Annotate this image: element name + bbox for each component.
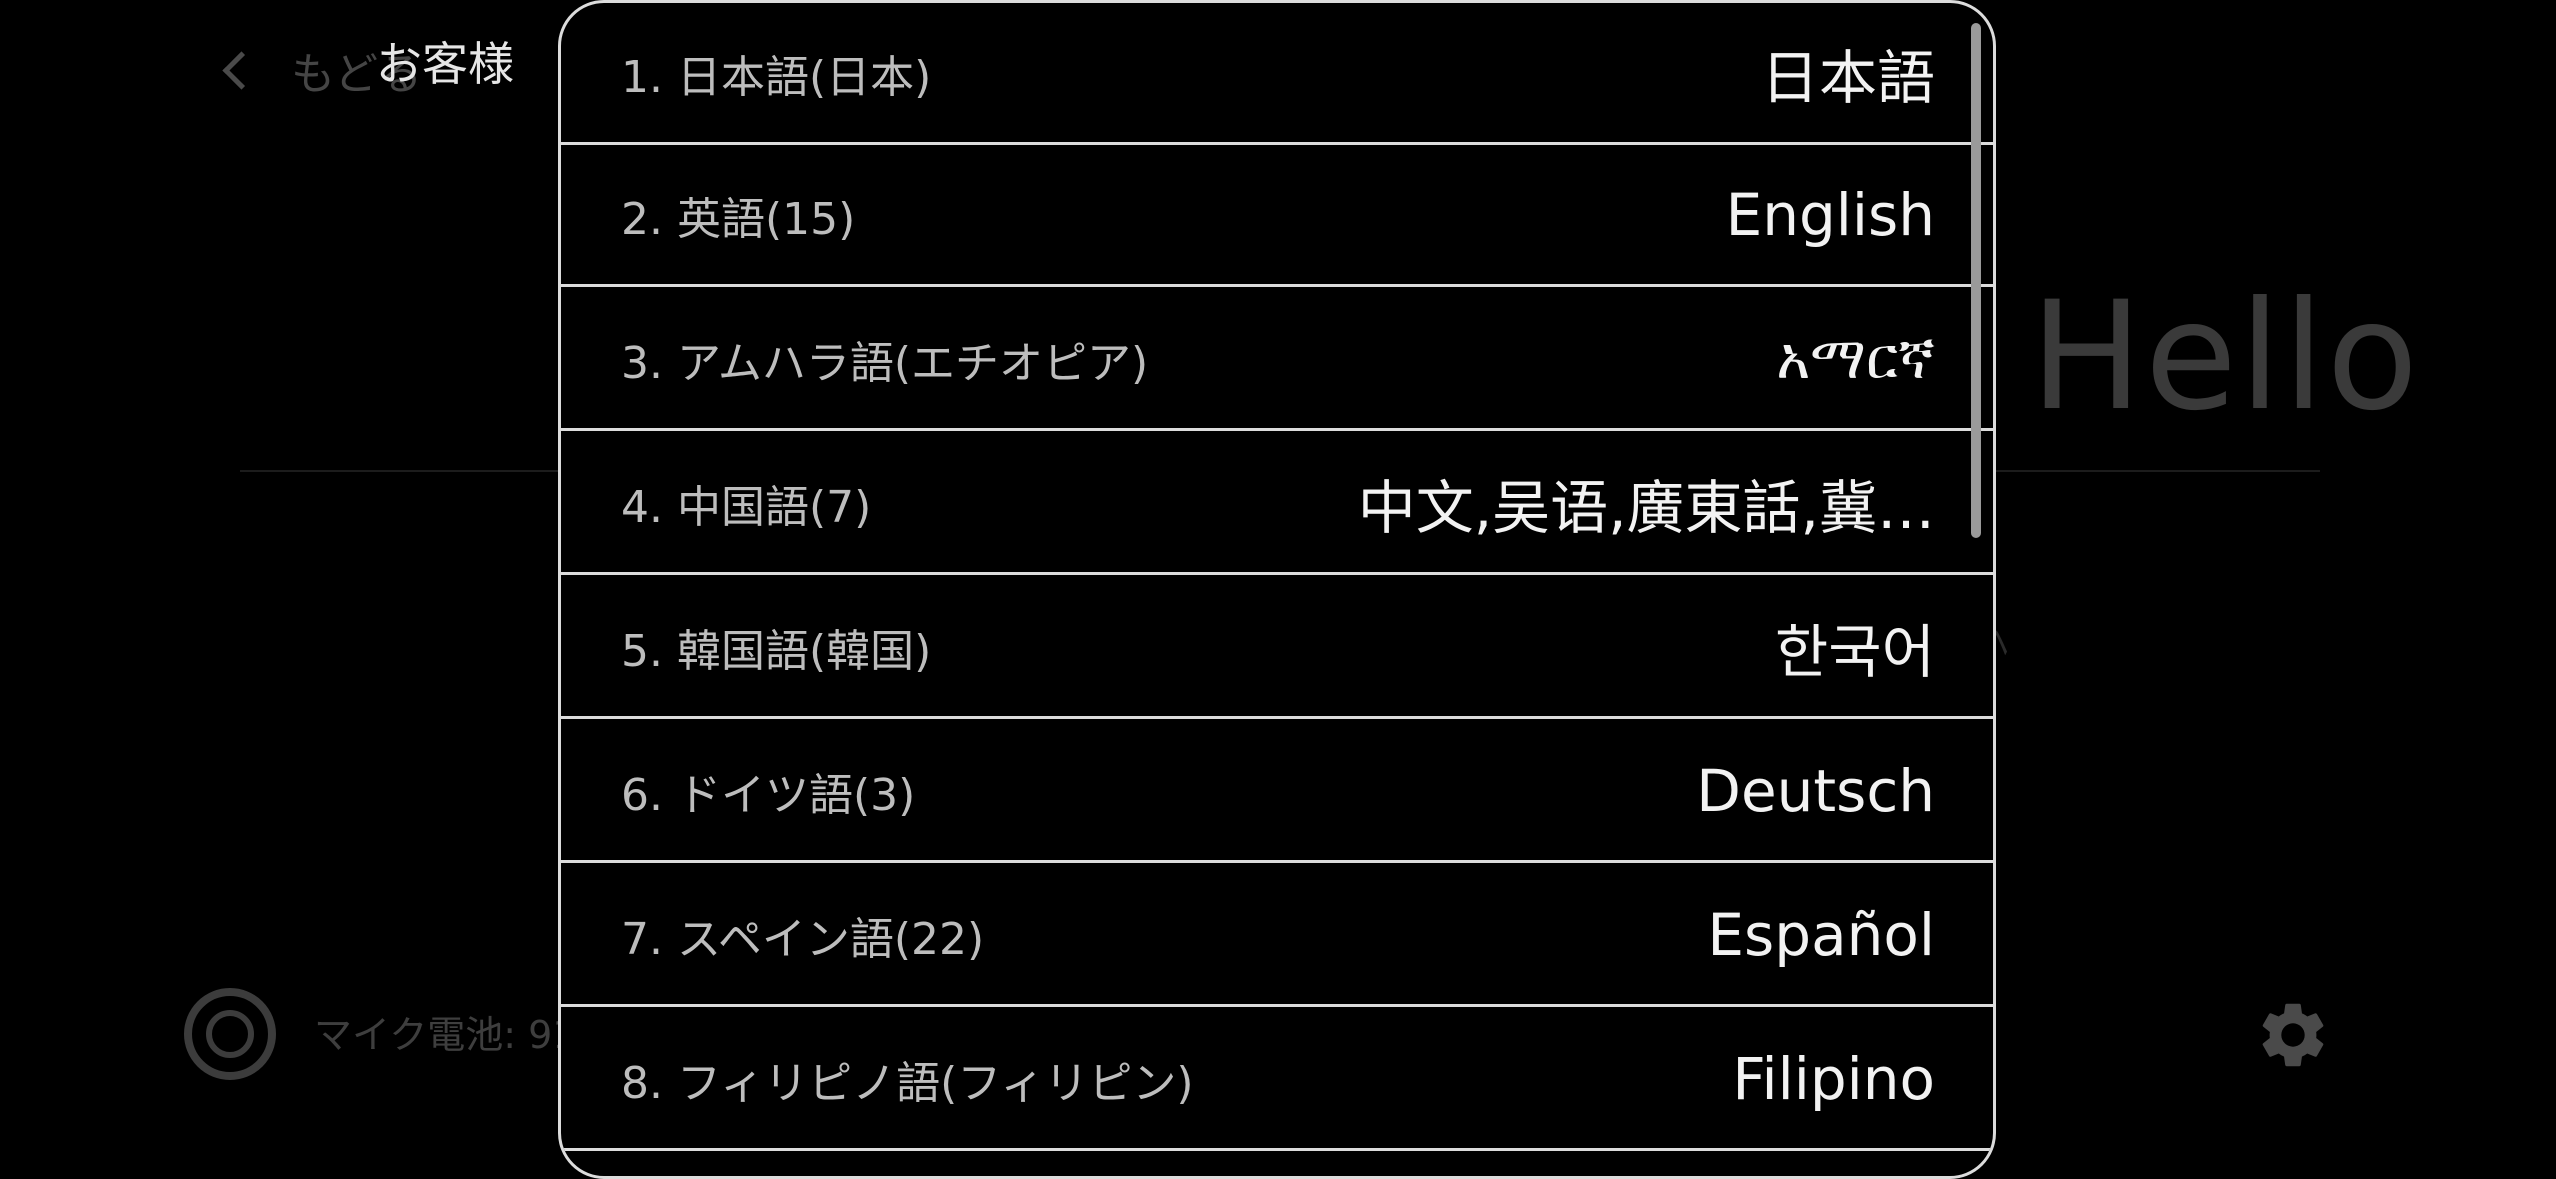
language-native-name: Español [1707, 900, 1935, 969]
language-japanese-name: 2. 英語(15) [621, 193, 856, 245]
language-japanese-name: 4. 中国語(7) [621, 481, 872, 533]
language-native-name: 日本語 [1760, 43, 1935, 112]
language-native-name: Deutsch [1696, 756, 1935, 825]
microphone-icon[interactable] [184, 988, 276, 1080]
language-option[interactable]: 8. フィリピノ語(フィリピン) Filipino [561, 1009, 1993, 1151]
language-native-name: 한국어 [1774, 617, 1935, 686]
language-native-name: English [1725, 180, 1935, 249]
list-scrollbar[interactable] [1971, 23, 1981, 538]
translated-text: Hello [2030, 270, 2421, 444]
language-native-name: አማርኛ [1776, 324, 1935, 392]
language-dropdown-list[interactable]: 1. 日本語(日本) 日本語 2. 英語(15) English 3. アムハラ… [558, 0, 1996, 1179]
language-japanese-name: 5. 韓国語(韓国) [621, 625, 932, 677]
language-japanese-name: 7. スペイン語(22) [621, 913, 985, 965]
language-japanese-name: 3. アムハラ語(エチオピア) [621, 337, 1149, 389]
language-option[interactable]: 2. 英語(15) English [561, 145, 1993, 287]
language-japanese-name: 1. 日本語(日本) [621, 51, 932, 103]
language-option[interactable]: 1. 日本語(日本) 日本語 [561, 3, 1993, 145]
language-japanese-name: 6. ドイツ語(3) [621, 769, 916, 821]
gear-icon[interactable] [2254, 996, 2332, 1074]
speaker-label[interactable]: お客様 [376, 28, 514, 94]
chevron-left-icon [222, 50, 261, 90]
language-native-name: Filipino [1732, 1044, 1935, 1113]
language-option[interactable]: 7. スペイン語(22) Español [561, 865, 1993, 1007]
mic-battery-status: マイク電池: 91 [314, 1013, 577, 1057]
translation-screen: もどる お客様 Hello ﾍ マイク電池: 91 1. 日本語(日本) 日本語… [0, 0, 2556, 1179]
language-option[interactable]: 3. アムハラ語(エチオピア) አማርኛ [561, 289, 1993, 431]
language-option[interactable]: 6. ドイツ語(3) Deutsch [561, 721, 1993, 863]
language-option[interactable]: 5. 韓国語(韓国) 한국어 [561, 577, 1993, 719]
language-japanese-name: 8. フィリピノ語(フィリピン) [621, 1057, 1194, 1109]
language-native-name: 中文,吴语,廣東話,冀… [1357, 473, 1935, 542]
language-option[interactable]: 4. 中国語(7) 中文,吴语,廣東話,冀… [561, 433, 1993, 575]
